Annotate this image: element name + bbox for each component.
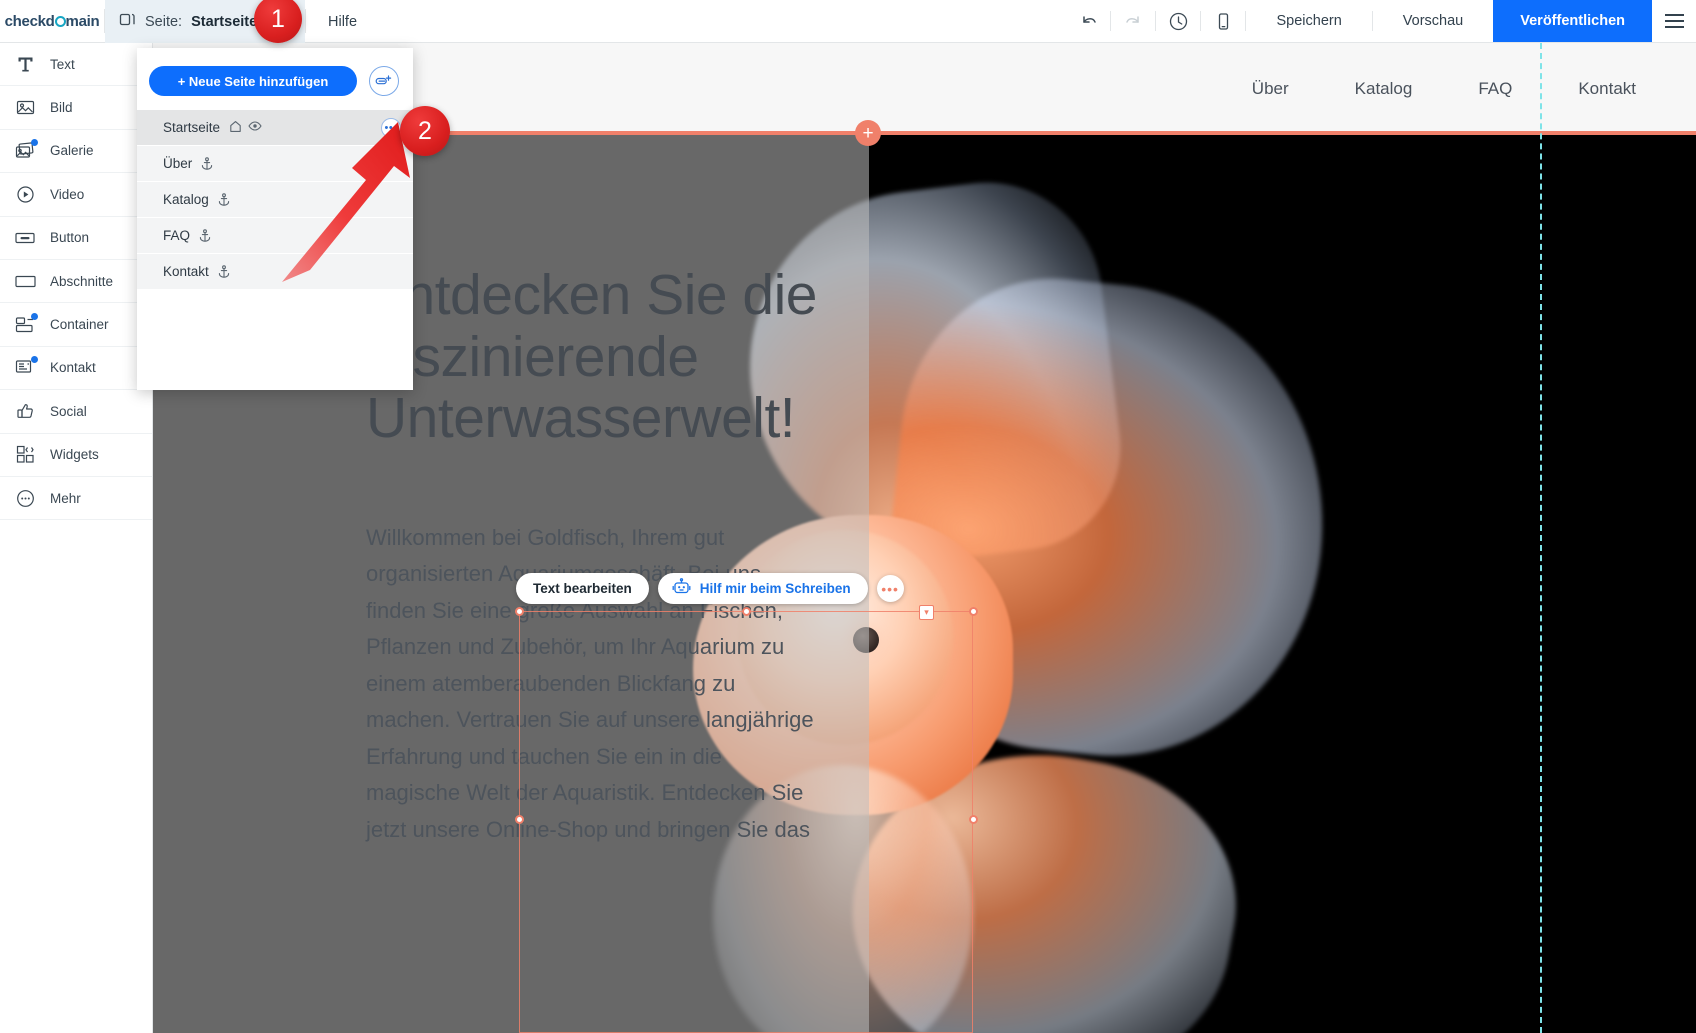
sidebar-item-bild[interactable]: Bild (0, 86, 152, 130)
add-section-button[interactable]: + (855, 120, 881, 146)
sidebar-item-button[interactable]: Button (0, 217, 152, 260)
page-name: Startseite (163, 120, 221, 135)
top-toolbar-right: Speichern Vorschau Veröffentlichen (1066, 0, 1696, 42)
redo-icon[interactable] (1111, 0, 1155, 42)
selection-handle-top-right[interactable] (969, 607, 978, 616)
container-icon (14, 312, 38, 336)
selection-handle-mid-left[interactable] (515, 815, 524, 824)
ai-write-label: Hilf mir beim Schreiben (699, 581, 851, 596)
sidebar-item-widgets[interactable]: Widgets (0, 434, 152, 477)
add-page-button[interactable]: + Neue Seite hinzufügen (149, 66, 357, 96)
sidebar-item-container[interactable]: Container (0, 303, 152, 347)
sidebar-label: Text (50, 56, 75, 72)
checkdomain-logo[interactable]: checkd main (0, 0, 104, 42)
sidebar-label: Abschnitte (50, 273, 114, 289)
site-nav-item-ueber[interactable]: Über (1252, 79, 1289, 99)
annotation-step-2: 2 (400, 106, 450, 156)
video-play-icon (14, 183, 36, 205)
page-name: Kontakt (163, 264, 209, 279)
site-nav-item-kontakt[interactable]: Kontakt (1578, 79, 1636, 99)
hero-text-block[interactable]: Entdecken Sie die faszinierende Unterwas… (366, 264, 836, 849)
button-icon (14, 227, 36, 249)
sidebar-label: Social (50, 403, 87, 419)
sidebar-label: Bild (50, 100, 73, 116)
sidebar-item-abschnitte[interactable]: Abschnitte (0, 260, 152, 304)
sidebar-item-social[interactable]: Social (0, 390, 152, 434)
preview-button[interactable]: Vorschau (1373, 0, 1493, 42)
page-value: Startseite (191, 13, 258, 30)
gallery-icon (14, 138, 38, 162)
page-label: Seite: (145, 13, 183, 30)
image-icon (14, 97, 36, 119)
element-sidebar: Text Bild Galerie Video Button Abschnitt… (0, 43, 153, 1033)
eye-icon (248, 120, 262, 135)
hamburger-menu-icon[interactable] (1652, 0, 1696, 42)
undo-icon[interactable] (1066, 0, 1110, 42)
sidebar-label: Galerie (50, 143, 94, 159)
site-nav-item-faq[interactable]: FAQ (1478, 79, 1512, 99)
sidebar-label: Mehr (50, 490, 81, 506)
contact-form-icon (14, 355, 38, 379)
sidebar-item-kontakt[interactable]: Kontakt (0, 347, 152, 391)
site-navigation: Über Katalog FAQ Kontakt (1252, 79, 1636, 99)
sections-icon (14, 270, 36, 292)
selection-handle-top-center[interactable] (742, 607, 751, 616)
page-name: FAQ (163, 228, 191, 243)
page-name: Über (163, 156, 193, 171)
save-button[interactable]: Speichern (1246, 0, 1371, 42)
sidebar-item-text[interactable]: Text (0, 43, 152, 87)
home-icon (229, 120, 242, 136)
add-link-icon[interactable] (369, 66, 399, 96)
anchor-icon (218, 264, 230, 279)
sidebar-item-mehr[interactable]: Mehr (0, 477, 152, 521)
logo-text: checkd (4, 12, 55, 30)
page-name: Katalog (163, 192, 209, 207)
sidebar-label: Button (50, 230, 90, 246)
sidebar-item-video[interactable]: Video (0, 173, 152, 217)
mobile-preview-icon[interactable] (1201, 0, 1245, 42)
pages-icon (119, 11, 136, 33)
robot-icon (672, 578, 691, 599)
hero-paragraph[interactable]: Willkommen bei Goldfisch, Ihrem gut orga… (366, 520, 821, 849)
more-dots-icon (14, 487, 36, 509)
pages-panel-header: + Neue Seite hinzufügen (137, 48, 413, 110)
text-edit-toolbar: Text bearbeiten Hilf mir beim Schreiben … (516, 573, 904, 604)
logo-o-icon (54, 15, 66, 27)
widgets-grid-icon (14, 444, 36, 466)
selection-handle-mid-right[interactable] (969, 815, 978, 824)
anchor-icon (199, 228, 211, 243)
help-button[interactable]: Hilfe (306, 0, 379, 43)
publish-button[interactable]: Veröffentlichen (1493, 0, 1652, 42)
history-clock-icon[interactable] (1156, 0, 1200, 42)
ai-write-button[interactable]: Hilf mir beim Schreiben (657, 573, 868, 604)
sidebar-label: Widgets (50, 447, 99, 463)
edit-text-button[interactable]: Text bearbeiten (516, 573, 649, 604)
sidebar-label: Video (50, 186, 85, 202)
sidebar-item-galerie[interactable]: Galerie (0, 130, 152, 174)
chevron-down-icon[interactable]: ▾ (919, 605, 934, 620)
page-row-icons (229, 120, 262, 136)
anchor-icon (201, 156, 213, 171)
selection-handle-top-left[interactable] (515, 607, 524, 616)
thumbs-up-icon (14, 400, 36, 422)
alignment-guide-line (1540, 43, 1542, 1033)
sidebar-label: Container (50, 317, 109, 333)
new-badge (31, 355, 38, 363)
sidebar-label: Kontakt (50, 360, 96, 376)
more-options-button[interactable]: ••• (876, 575, 904, 602)
new-badge (31, 312, 38, 320)
new-badge (31, 138, 38, 146)
anchor-icon (218, 192, 230, 207)
logo-text-end: main (65, 12, 100, 30)
site-nav-item-katalog[interactable]: Katalog (1355, 79, 1413, 99)
hero-headline[interactable]: Entdecken Sie die faszinierende Unterwas… (366, 264, 836, 450)
text-icon (14, 53, 36, 75)
